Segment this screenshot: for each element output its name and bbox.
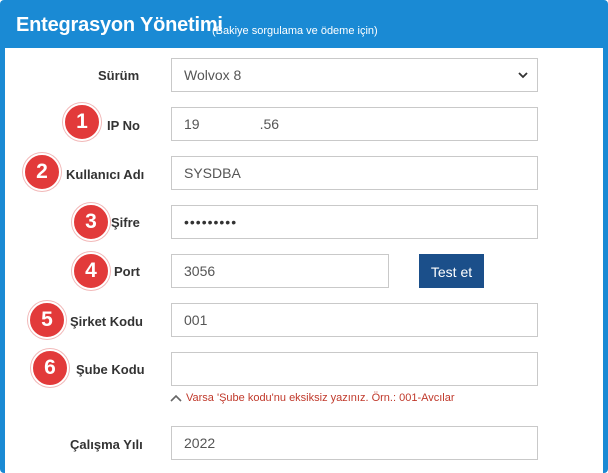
kullanici-label: Kullanıcı Adı bbox=[66, 167, 145, 182]
ip-label: IP No bbox=[107, 118, 140, 133]
sube-hint: Varsa 'Şube kodu'nu eksiksiz yazınız. Ör… bbox=[170, 392, 455, 404]
port-label: Port bbox=[114, 264, 140, 279]
sirket-label: Şirket Kodu bbox=[70, 314, 143, 329]
test-button[interactable]: Test et bbox=[419, 254, 484, 288]
calisma-label: Çalışma Yılı bbox=[70, 437, 143, 452]
step-badge-5: 5 bbox=[28, 301, 66, 339]
sube-label: Şube Kodu bbox=[76, 362, 145, 377]
kullanici-input[interactable]: SYSDBA bbox=[171, 156, 538, 190]
form-body: Sürüm Wolvox 8 1 IP No 19.56 2 Kullanıcı… bbox=[5, 48, 603, 473]
sube-hint-text: Varsa 'Şube kodu'nu eksiksiz yazınız. Ör… bbox=[186, 392, 455, 404]
calisma-input[interactable]: 2022 bbox=[171, 426, 538, 460]
step-badge-4: 4 bbox=[72, 252, 110, 290]
surum-label: Sürüm bbox=[98, 68, 140, 83]
step-badge-2: 2 bbox=[23, 153, 61, 191]
surum-value: Wolvox 8 bbox=[184, 67, 242, 83]
page-subtitle: (Bakiye sorgulama ve ödeme için) bbox=[212, 25, 378, 37]
page-title: Entegrasyon Yönetimi bbox=[16, 14, 223, 36]
sifre-input[interactable]: ••••••••• bbox=[171, 205, 538, 239]
integration-panel: Entegrasyon Yönetimi (Bakiye sorgulama v… bbox=[0, 0, 608, 473]
sube-input[interactable] bbox=[171, 352, 538, 386]
ip-value-prefix: 19 bbox=[184, 116, 200, 132]
sifre-label: Şifre bbox=[111, 215, 140, 230]
chevron-up-icon bbox=[170, 394, 182, 402]
ip-input[interactable]: 19.56 bbox=[171, 107, 538, 141]
ip-value-suffix: .56 bbox=[259, 116, 280, 132]
sirket-input[interactable]: 001 bbox=[171, 303, 538, 337]
step-badge-3: 3 bbox=[72, 203, 110, 241]
step-badge-1: 1 bbox=[63, 103, 101, 141]
step-badge-6: 6 bbox=[31, 349, 69, 387]
surum-select[interactable]: Wolvox 8 bbox=[171, 58, 538, 92]
panel-header: Entegrasyon Yönetimi (Bakiye sorgulama v… bbox=[0, 0, 608, 48]
chevron-down-icon bbox=[518, 72, 528, 79]
port-input[interactable]: 3056 bbox=[171, 254, 389, 288]
